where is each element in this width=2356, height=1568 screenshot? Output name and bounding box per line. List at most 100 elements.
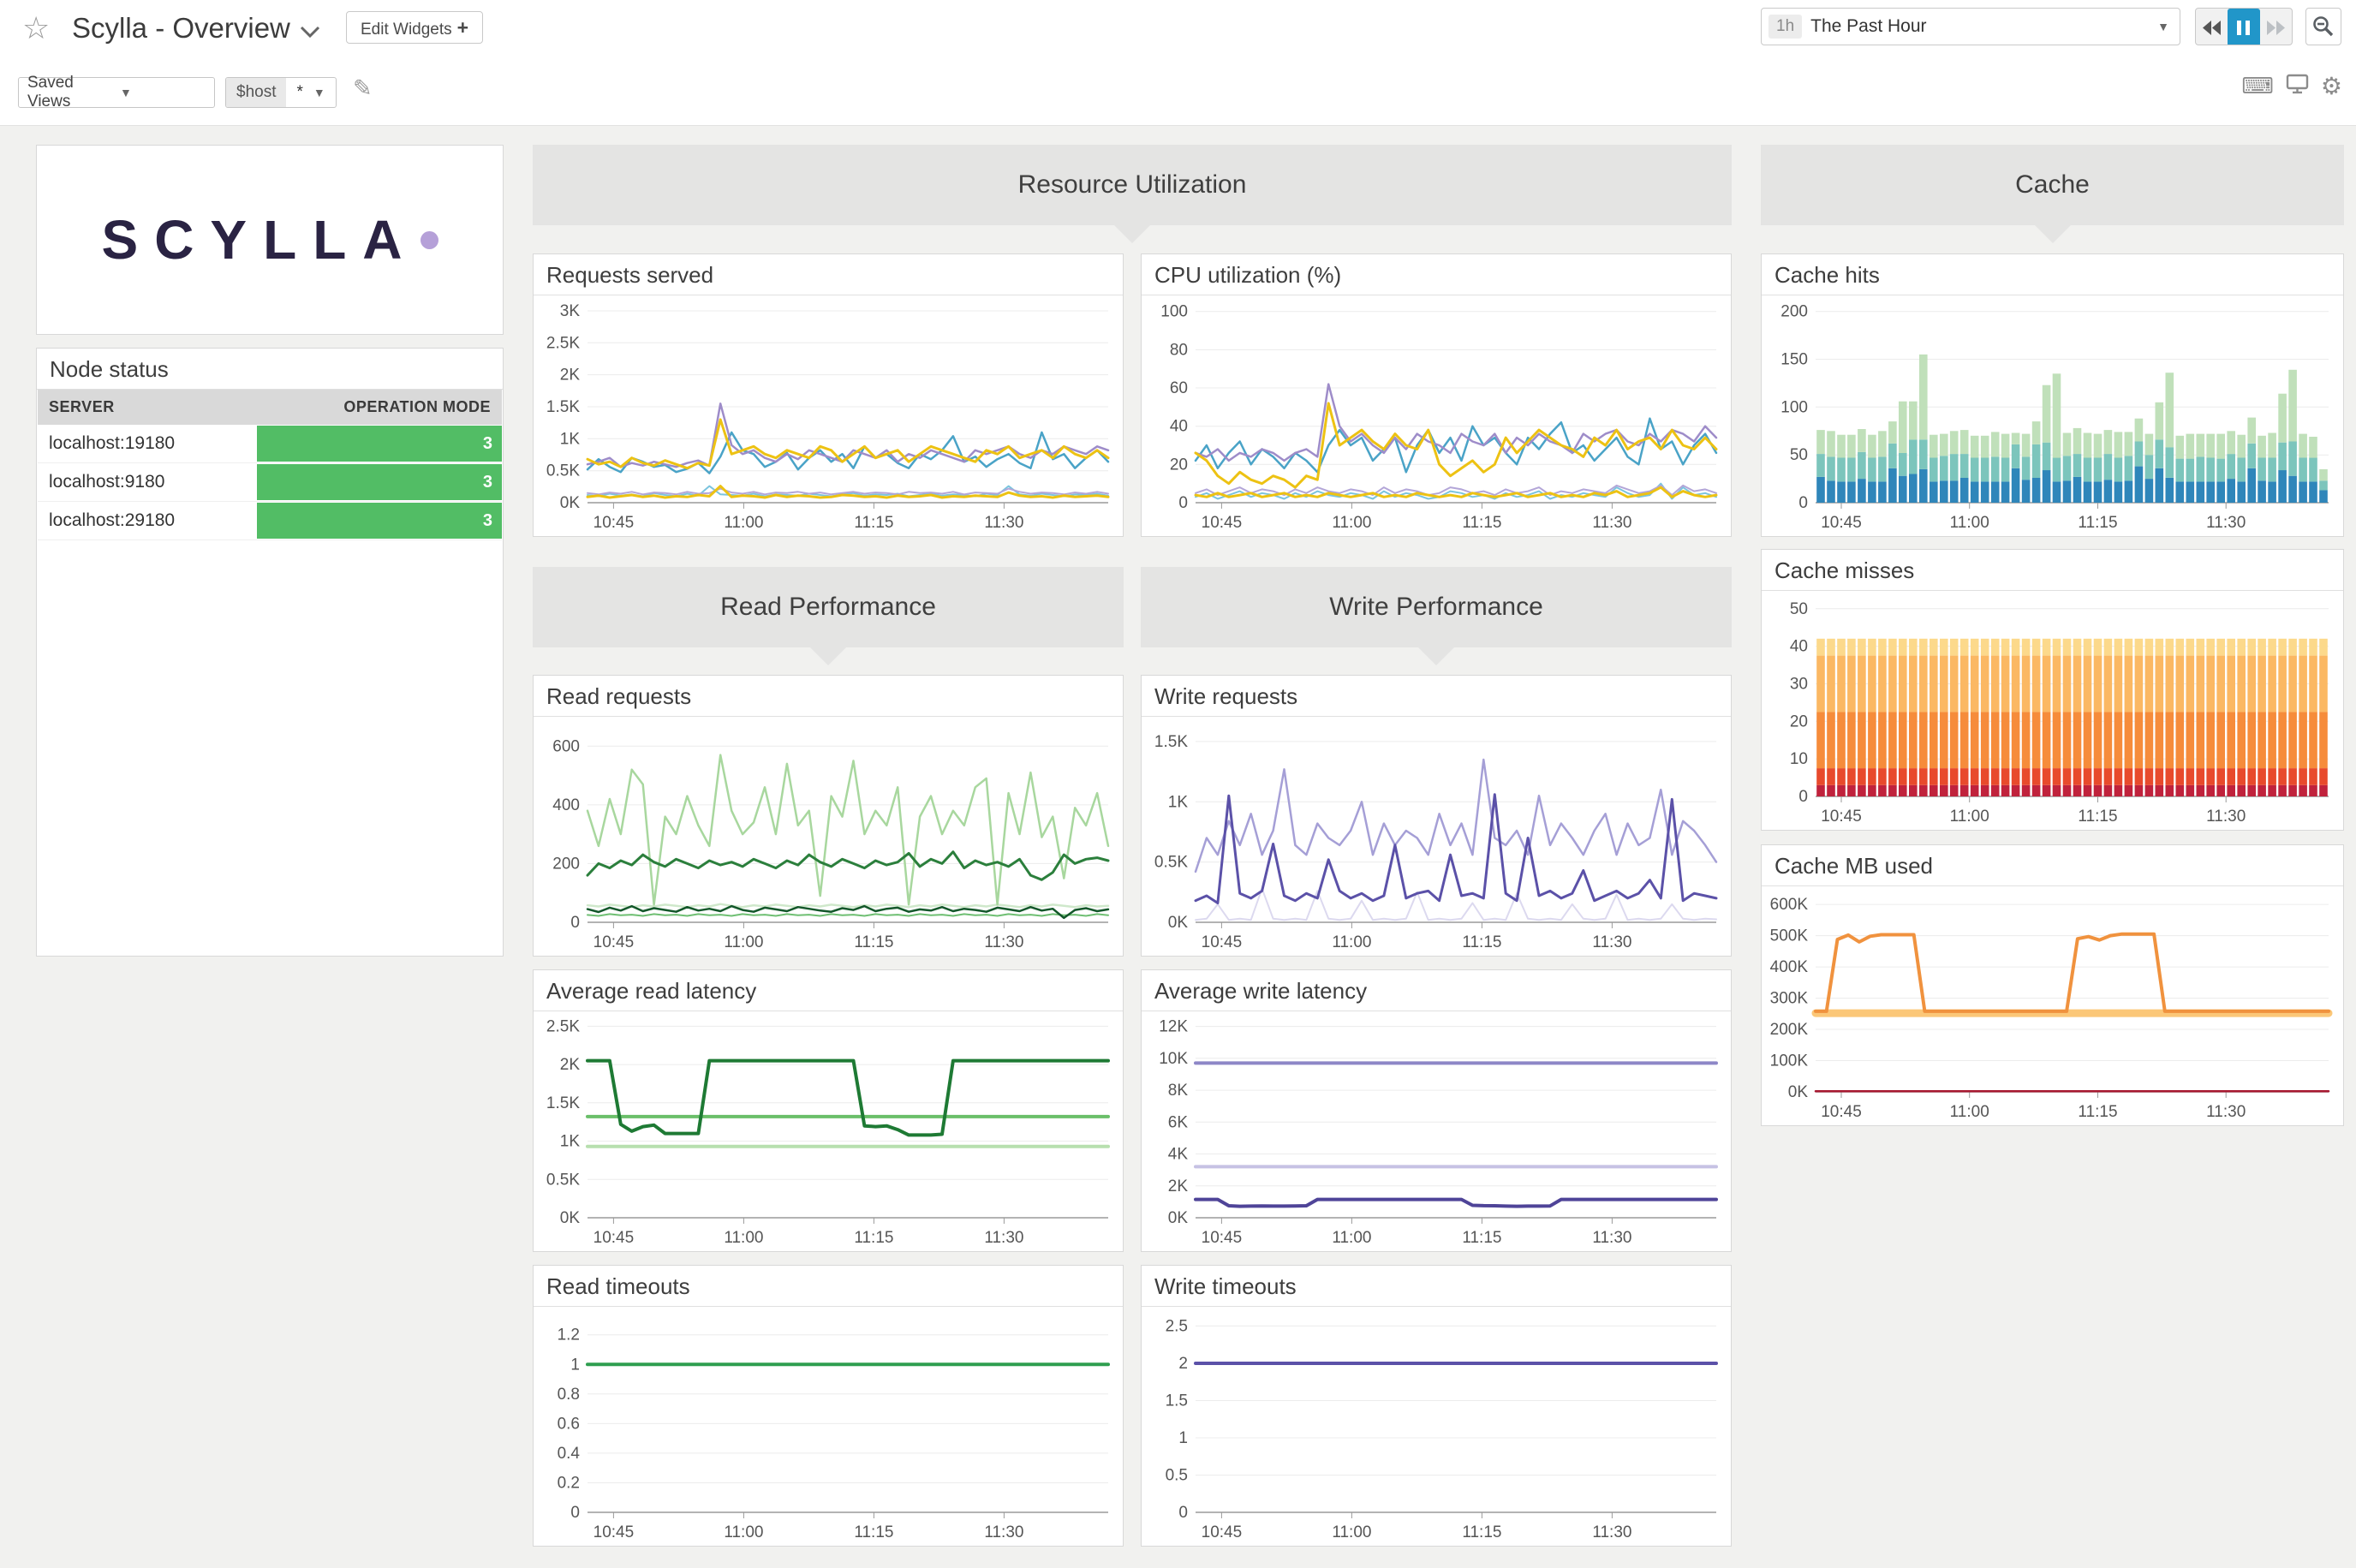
svg-text:50: 50 (1790, 600, 1808, 618)
edit-variables-pencil-icon[interactable]: ✎ (353, 75, 373, 102)
keyboard-shortcuts-icon[interactable]: ⌨ (2241, 73, 2274, 99)
favorite-star-icon[interactable]: ☆ (22, 10, 50, 46)
svg-text:10:45: 10:45 (593, 514, 635, 532)
svg-text:10:45: 10:45 (1202, 514, 1243, 532)
svg-text:20: 20 (1170, 456, 1188, 474)
group-label: Resource Utilization (1018, 170, 1247, 199)
svg-text:1: 1 (1178, 1429, 1188, 1447)
read-timeouts-chart[interactable]: 00.20.40.60.811.210:4511:0011:1511:30 (534, 1307, 1122, 1545)
dashboard-title: Scylla - Overview (72, 12, 290, 45)
group-header-write-performance[interactable]: Write Performance (1141, 567, 1732, 647)
read-requests-chart[interactable]: 020040060010:4511:0011:1511:30 (534, 717, 1122, 955)
svg-text:11:00: 11:00 (1950, 1103, 1989, 1121)
svg-text:100: 100 (1160, 303, 1188, 321)
svg-text:11:00: 11:00 (724, 1229, 763, 1247)
title-chevron-down-icon[interactable] (298, 24, 322, 44)
svg-text:11:15: 11:15 (2078, 1103, 2117, 1121)
widget-cache-mb-used: Cache MB used 0K100K200K300K400K500K600K… (1761, 844, 2344, 1126)
svg-text:10:45: 10:45 (593, 1229, 635, 1247)
svg-text:0.2: 0.2 (558, 1475, 580, 1493)
svg-text:1.5K: 1.5K (546, 1094, 580, 1112)
svg-text:80: 80 (1170, 341, 1188, 359)
widget-cpu-utilization: CPU utilization (%) 02040608010010:4511:… (1141, 253, 1732, 537)
svg-text:40: 40 (1790, 638, 1808, 656)
node-status-table-header: SERVER OPERATION MODE (38, 390, 502, 425)
saved-views-caret-icon: ▼ (111, 86, 204, 99)
saved-views-select[interactable]: Saved Views ▼ (18, 77, 215, 108)
svg-text:1K: 1K (560, 1133, 581, 1151)
table-row[interactable]: localhost:9180 3 (38, 463, 502, 502)
svg-text:30: 30 (1790, 676, 1808, 694)
svg-text:10:45: 10:45 (593, 1523, 635, 1541)
time-range-selector[interactable]: 1h The Past Hour ▼ (1761, 8, 2180, 45)
svg-text:1K: 1K (1168, 793, 1189, 811)
group-notch (809, 647, 847, 665)
svg-text:11:00: 11:00 (1332, 514, 1371, 532)
svg-text:500K: 500K (1770, 927, 1809, 945)
svg-text:11:30: 11:30 (2206, 1103, 2246, 1121)
widget-cache-misses: Cache misses 0102030405010:4511:0011:151… (1761, 549, 2344, 831)
settings-gear-icon[interactable]: ⚙ (2321, 72, 2342, 100)
svg-text:10:45: 10:45 (593, 933, 635, 951)
edit-widgets-button[interactable]: Edit Widgets+ (346, 11, 483, 44)
svg-text:11:15: 11:15 (1462, 514, 1501, 532)
group-header-resource-utilization[interactable]: Resource Utilization (533, 145, 1732, 225)
table-row[interactable]: localhost:29180 3 (38, 502, 502, 540)
svg-text:11:30: 11:30 (1592, 514, 1631, 532)
group-label: Cache (2015, 170, 2090, 199)
svg-text:11:30: 11:30 (984, 1229, 1023, 1247)
svg-text:11:30: 11:30 (1592, 1523, 1631, 1541)
svg-text:0.5: 0.5 (1166, 1467, 1188, 1485)
requests-served-chart[interactable]: 0K0.5K1K1.5K2K2.5K3K10:4511:0011:1511:30 (534, 295, 1122, 535)
svg-text:0K: 0K (1168, 1209, 1189, 1227)
svg-text:11:15: 11:15 (1462, 933, 1501, 951)
scylla-logo: SCYLLA (102, 208, 419, 271)
average-read-latency-chart[interactable]: 0K0.5K1K1.5K2K2.5K10:4511:0011:1511:30 (534, 1011, 1122, 1250)
cpu-utilization-chart[interactable]: 02040608010010:4511:0011:1511:30 (1142, 295, 1730, 535)
cache-mb-used-chart[interactable]: 0K100K200K300K400K500K600K10:4511:0011:1… (1763, 886, 2342, 1124)
server-name: localhost:19180 (38, 425, 257, 462)
time-range-badge: 1h (1768, 15, 1802, 39)
rewind-button[interactable] (2196, 9, 2228, 45)
svg-text:10:45: 10:45 (1821, 514, 1862, 532)
svg-text:40: 40 (1170, 418, 1188, 436)
write-timeouts-chart[interactable]: 00.511.522.510:4511:0011:1511:30 (1142, 1307, 1730, 1545)
svg-text:0.5K: 0.5K (1154, 854, 1188, 872)
widget-title: Cache misses (1762, 550, 2343, 591)
svg-text:11:15: 11:15 (854, 1523, 893, 1541)
svg-text:0: 0 (570, 914, 580, 932)
svg-text:11:15: 11:15 (854, 933, 893, 951)
time-range-caret-icon: ▼ (2157, 20, 2169, 33)
average-write-latency-chart[interactable]: 0K2K4K6K8K10K12K10:4511:0011:1511:30 (1142, 1011, 1730, 1250)
svg-text:12K: 12K (1159, 1018, 1188, 1036)
widget-node-status: Node status SERVER OPERATION MODE localh… (36, 348, 504, 957)
widget-title: Write timeouts (1142, 1266, 1731, 1307)
svg-text:1.5: 1.5 (1166, 1392, 1188, 1410)
tv-mode-icon[interactable] (2286, 74, 2309, 98)
group-header-read-performance[interactable]: Read Performance (533, 567, 1124, 647)
dashboard-content: SCYLLA Node status SERVER OPERATION MODE… (0, 126, 2356, 1567)
svg-text:1K: 1K (560, 430, 581, 448)
pause-button[interactable] (2228, 9, 2259, 45)
table-row[interactable]: localhost:19180 3 (38, 425, 502, 463)
svg-text:11:30: 11:30 (1592, 933, 1631, 951)
svg-text:11:00: 11:00 (1332, 1229, 1371, 1247)
template-variable-host[interactable]: $host * ▼ (225, 77, 337, 108)
zoom-out-button[interactable] (2305, 8, 2341, 45)
svg-text:11:00: 11:00 (1950, 514, 1989, 532)
cache-hits-chart[interactable]: 05010015020010:4511:0011:1511:30 (1763, 295, 2342, 535)
svg-text:11:00: 11:00 (724, 514, 763, 532)
forward-button[interactable] (2260, 9, 2292, 45)
cache-misses-chart[interactable]: 0102030405010:4511:0011:1511:30 (1763, 591, 2342, 829)
widget-cache-hits: Cache hits 05010015020010:4511:0011:1511… (1761, 253, 2344, 537)
svg-text:2.5K: 2.5K (546, 1017, 580, 1035)
column-server: SERVER (38, 398, 257, 416)
widget-title: Read timeouts (534, 1266, 1123, 1307)
write-requests-chart[interactable]: 0K0.5K1K1.5K10:4511:0011:1511:30 (1142, 717, 1730, 955)
group-header-cache[interactable]: Cache (1761, 145, 2344, 225)
svg-text:0: 0 (570, 1504, 580, 1522)
widget-read-requests: Read requests 020040060010:4511:0011:151… (533, 675, 1124, 957)
operation-mode-value: 3 (257, 464, 502, 500)
edit-widgets-label: Edit Widgets (361, 21, 452, 39)
svg-text:0.4: 0.4 (558, 1445, 581, 1463)
